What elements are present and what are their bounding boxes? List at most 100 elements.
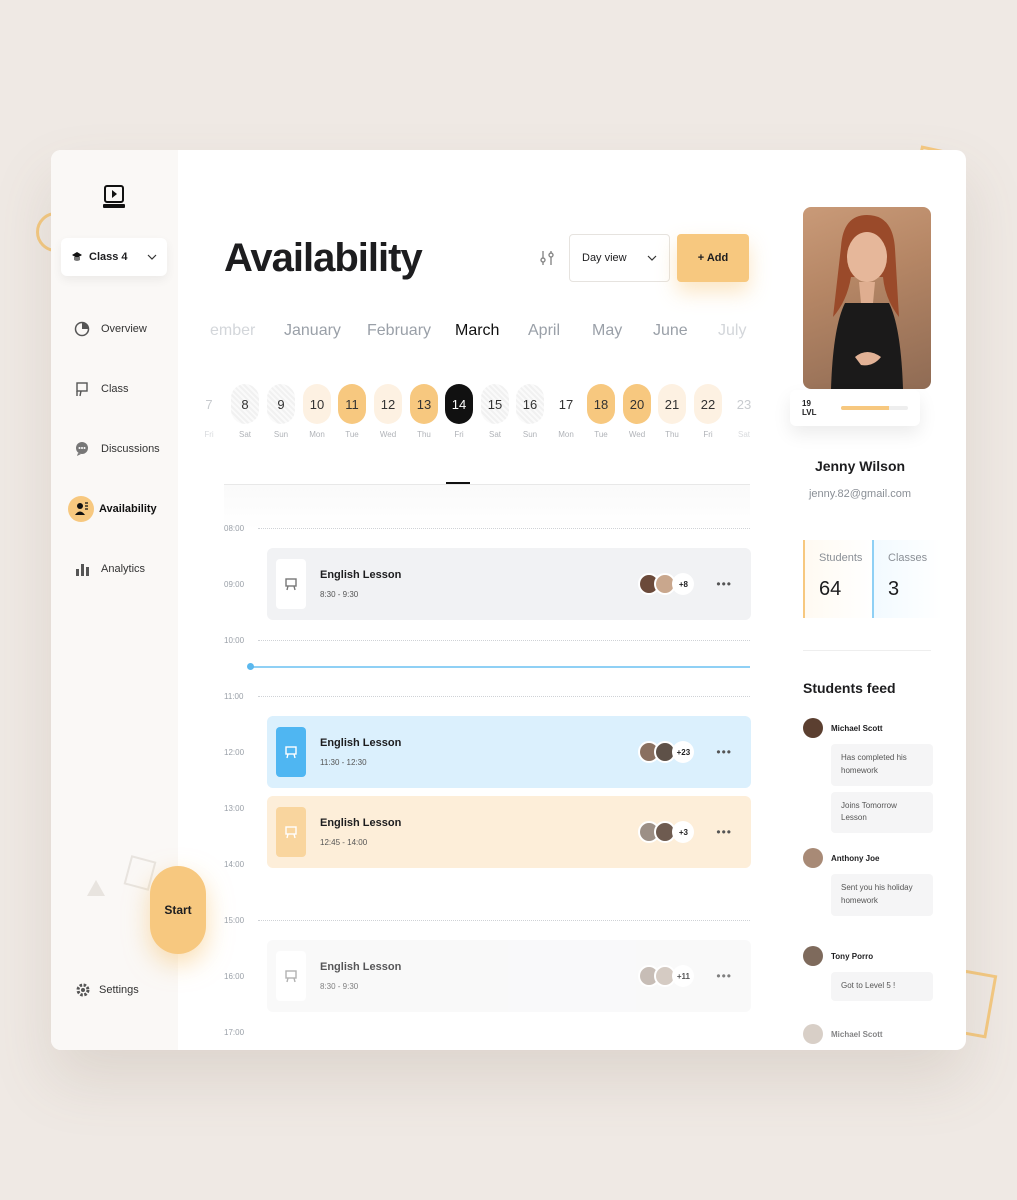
feed-message: Got to Level 5 ! [831, 972, 933, 1001]
sidebar-item-availability[interactable]: Availability [68, 496, 157, 522]
day-name: Sun [273, 430, 289, 439]
class-cap-icon [72, 252, 82, 261]
lesson-time: 8:30 - 9:30 [320, 590, 359, 599]
filter-icon[interactable] [540, 250, 554, 266]
sidebar-item-discussions[interactable]: Discussions [71, 438, 160, 460]
day-item[interactable]: 13 Thu [410, 384, 438, 439]
day-item[interactable]: 9 Sun [267, 384, 295, 439]
participant-avatars: +3 [638, 821, 695, 843]
time-label: 15:00 [224, 916, 245, 925]
day-item[interactable]: 12 Wed [374, 384, 402, 439]
month-item[interactable]: January [284, 322, 341, 340]
sidebar-item-analytics[interactable]: Analytics [71, 558, 145, 580]
feed-item[interactable]: Tony Porro Got to Level 5 ! [803, 946, 933, 1001]
current-time-dot [247, 663, 254, 670]
avatar [803, 946, 823, 966]
add-label: + Add [697, 252, 729, 264]
day-number: 8 [231, 384, 259, 424]
day-item[interactable]: 7 Fri [195, 384, 223, 440]
discussions-icon [71, 438, 93, 460]
day-number: 22 [694, 384, 722, 424]
time-label: 12:00 [224, 748, 245, 757]
app-window: Class 4 Overview Class Discussions Avail… [51, 150, 966, 1050]
day-name: Mon [309, 430, 325, 439]
day-number: 16 [516, 384, 544, 424]
avatar [803, 1024, 823, 1044]
chevron-down-icon [147, 254, 157, 260]
day-item[interactable]: 17 Mon [552, 384, 580, 440]
month-item-active[interactable]: March [455, 322, 499, 340]
day-number: 18 [587, 384, 615, 424]
lesson-card[interactable]: English Lesson 12:45 - 14:00 +3 ••• [267, 796, 751, 868]
day-item[interactable]: 20 Wed [623, 384, 651, 439]
feed-user-name: Michael Scott [831, 723, 883, 733]
lesson-time: 11:30 - 12:30 [320, 758, 367, 767]
hour-line [258, 640, 750, 641]
day-name: Mon [558, 430, 574, 439]
feed-item[interactable]: Anthony Joe Sent you his holiday homewor… [803, 848, 933, 916]
month-item[interactable]: April [528, 322, 560, 340]
day-item[interactable]: 21 Thu [658, 384, 686, 439]
day-name: Thu [417, 430, 431, 439]
lesson-title: English Lesson [320, 817, 402, 829]
more-options-icon[interactable]: ••• [716, 969, 732, 983]
month-item[interactable]: ember [210, 322, 255, 340]
level-card: 19 LVL [790, 390, 920, 426]
month-item[interactable]: May [592, 322, 622, 340]
day-name: Tue [594, 430, 608, 439]
lesson-card[interactable]: English Lesson 8:30 - 9:30 +8 ••• [267, 548, 751, 620]
day-item[interactable]: 11 Tue [338, 384, 366, 439]
hour-line [258, 528, 750, 529]
day-item-selected[interactable]: 14 Fri [445, 384, 473, 439]
day-name: Sat [737, 430, 750, 439]
day-item[interactable]: 22 Fri [694, 384, 722, 439]
feed-item[interactable]: Michael Scott [803, 1024, 933, 1044]
sidebar-item-overview[interactable]: Overview [71, 318, 147, 340]
feed-message: Sent you his holiday homework [831, 874, 933, 916]
profile-photo-illustration [831, 215, 903, 389]
feed-message: Joins Tomorrow Lesson [831, 791, 933, 834]
settings-button[interactable]: Settings [75, 982, 139, 998]
timeline-header-bg [224, 485, 750, 530]
classes-stat: Classes 3 [872, 540, 942, 618]
month-item[interactable]: February [367, 322, 431, 340]
hour-line [258, 920, 750, 921]
day-item[interactable]: 8 Sat [231, 384, 259, 439]
lesson-info: English Lesson 8:30 - 9:30 [320, 569, 401, 599]
settings-label: Settings [99, 984, 139, 996]
day-item[interactable]: 16 Sun [516, 384, 544, 439]
add-button[interactable]: + Add [677, 234, 749, 282]
more-options-icon[interactable]: ••• [716, 745, 732, 759]
board-icon [276, 727, 306, 777]
month-item[interactable]: July [718, 322, 746, 340]
lesson-card[interactable]: English Lesson 8:30 - 9:30 +11 ••• [267, 940, 751, 1012]
more-options-icon[interactable]: ••• [716, 825, 732, 839]
time-label: 14:00 [224, 860, 245, 869]
day-item[interactable]: 23 Sat [730, 384, 758, 440]
profile-panel: 19 LVL Jenny Wilson jenny.82@gmail.com S… [778, 150, 966, 1050]
sidebar-item-class[interactable]: Class [71, 378, 129, 400]
view-select[interactable]: Day view [569, 234, 670, 282]
day-number: 14 [445, 384, 473, 424]
timeline-divider [224, 484, 750, 485]
lesson-title: English Lesson [320, 569, 402, 581]
more-options-icon[interactable]: ••• [716, 577, 732, 591]
current-time-line [250, 666, 750, 668]
day-name: Wed [379, 430, 397, 439]
day-item[interactable]: 15 Sat [481, 384, 509, 439]
day-name: Fri [703, 430, 713, 439]
day-item[interactable]: 18 Tue [587, 384, 615, 439]
sidebar-item-label: Availability [99, 503, 157, 515]
time-label: 17:00 [224, 1028, 245, 1037]
more-participants: +8 [672, 573, 695, 595]
profile-photo [803, 207, 931, 389]
lesson-card[interactable]: English Lesson 11:30 - 12:30 +23 ••• [267, 716, 751, 788]
level-progress-fill [840, 406, 890, 410]
class-select[interactable]: Class 4 [61, 238, 167, 276]
time-label: 08:00 [224, 524, 245, 533]
feed-item[interactable]: Michael Scott Has completed his homework… [803, 718, 933, 834]
day-item[interactable]: 10 Mon [303, 384, 331, 439]
month-item[interactable]: June [653, 322, 688, 340]
participant-avatars: +23 [638, 741, 695, 763]
class-icon [71, 378, 93, 400]
